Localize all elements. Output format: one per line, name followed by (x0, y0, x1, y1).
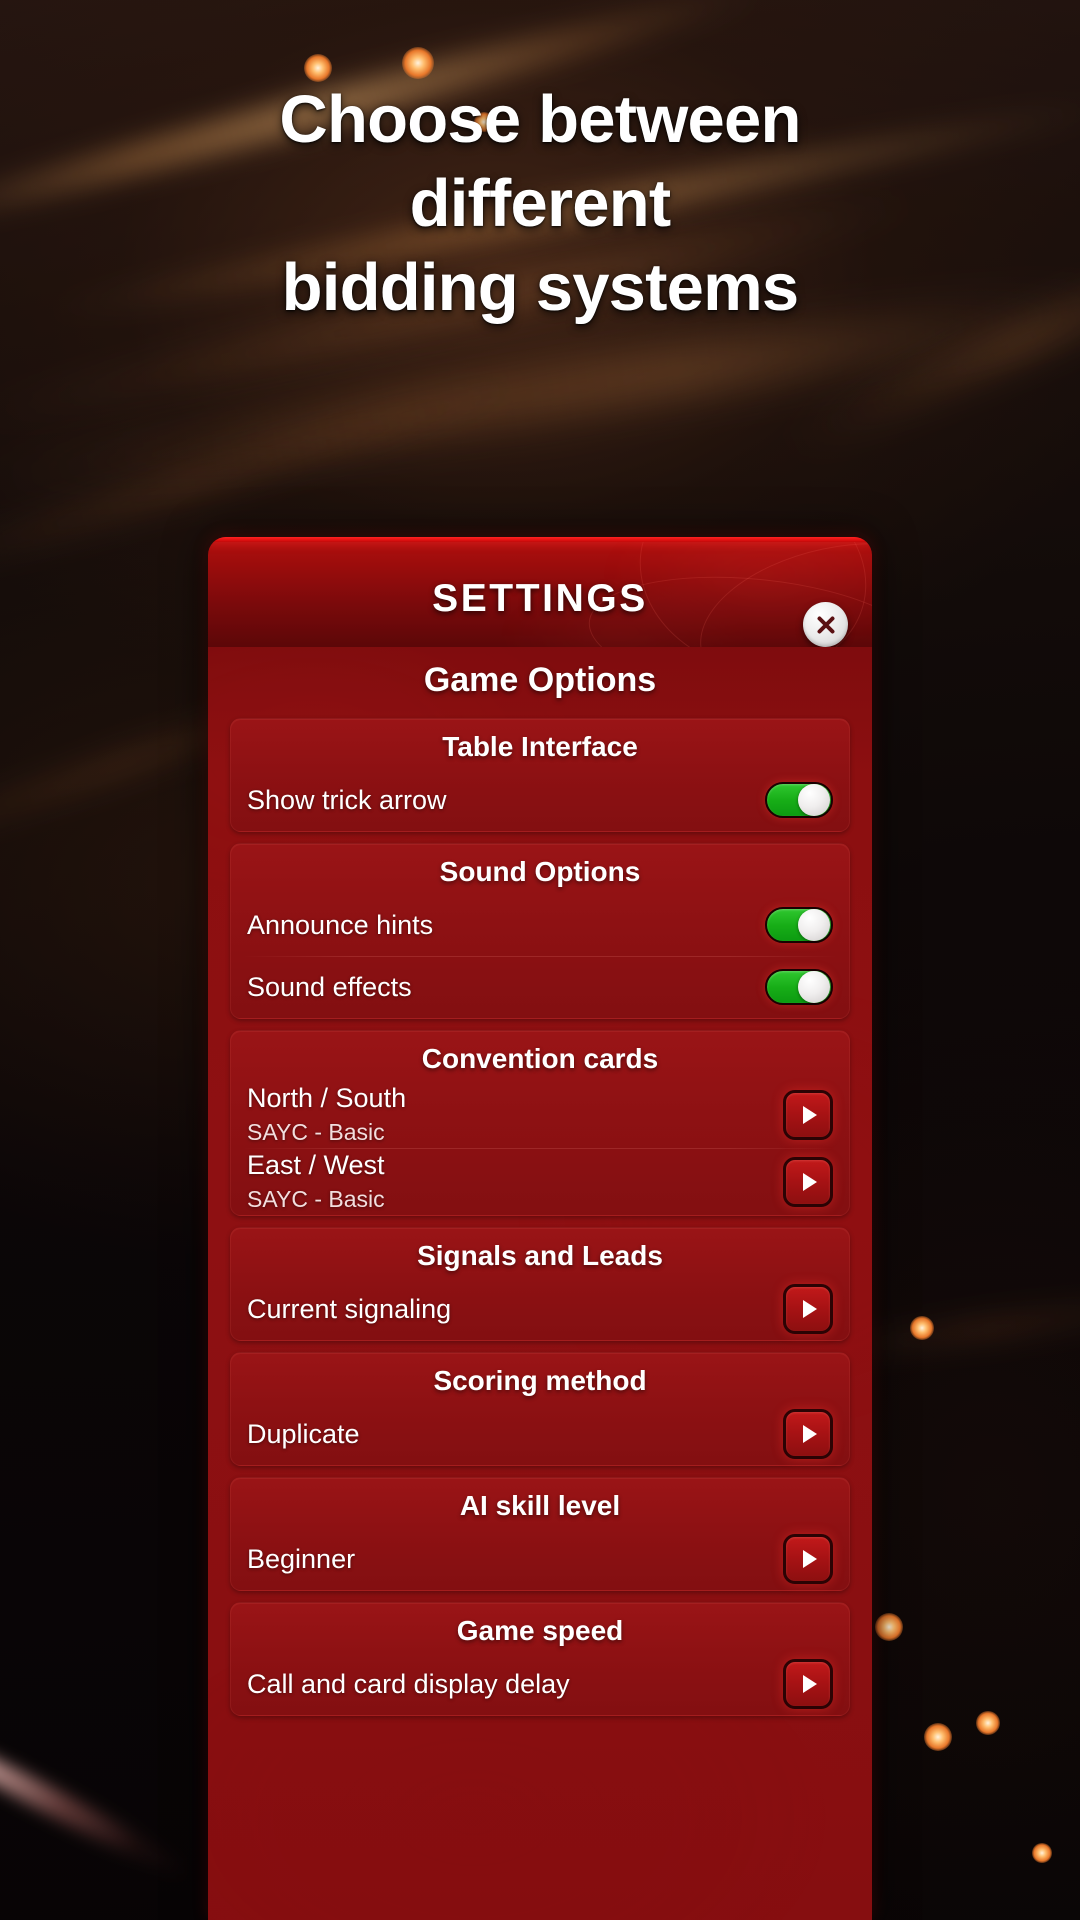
row-label: Sound effects (247, 972, 412, 1002)
settings-row[interactable]: Call and card display delay (247, 1653, 833, 1715)
play-arrow-icon (802, 1550, 817, 1568)
play-arrow-icon (802, 1300, 817, 1318)
row-label: Beginner (247, 1544, 356, 1574)
row-text: East / West SAYC - Basic (247, 1148, 385, 1215)
card-title: Sound Options (439, 856, 641, 887)
headline-line-1: Choose between (279, 82, 801, 157)
settings-title: SETTINGS (432, 577, 648, 620)
settings-card: Signals and Leads Current signaling (230, 1227, 850, 1341)
settings-row[interactable]: Beginner (247, 1528, 833, 1590)
promo-headline: Choose between different bidding systems (0, 78, 1080, 330)
row-subtitle: SAYC - Basic (247, 1186, 385, 1212)
settings-card: Scoring method Duplicate (230, 1352, 850, 1466)
settings-row: Sound effects (243, 956, 837, 1018)
settings-panel: SETTINGS Game Options Table Interface Sho… (208, 537, 872, 1920)
card-title: AI skill level (459, 1490, 621, 1521)
settings-card: AI skill level Beginner (230, 1477, 850, 1591)
settings-card: Sound Options Announce hints Sound effects (230, 843, 850, 1019)
settings-row: Announce hints (247, 894, 833, 956)
row-text: Current signaling (247, 1292, 451, 1326)
settings-card: Convention cards North / South SAYC - Basi… (230, 1030, 850, 1216)
settings-card-list: Table Interface Show trick arrow Sound Opt… (230, 718, 850, 1716)
row-text: Show trick arrow (247, 783, 447, 817)
headline-line-3: bidding systems (281, 250, 799, 325)
close-icon (817, 616, 834, 633)
open-option-button[interactable] (783, 1409, 833, 1459)
row-text: Duplicate (247, 1417, 360, 1451)
row-label: Announce hints (247, 910, 434, 940)
settings-row[interactable]: Duplicate (247, 1403, 833, 1465)
row-label: Show trick arrow (247, 785, 447, 815)
settings-card: Game speed Call and card display delay (230, 1602, 850, 1716)
card-title: Game speed (456, 1615, 624, 1646)
row-text: Call and card display delay (247, 1667, 570, 1701)
headline-line-2: different (409, 166, 672, 241)
spark-particle (1032, 1843, 1052, 1863)
spark-particle (910, 1316, 934, 1340)
open-option-button[interactable] (783, 1089, 833, 1140)
open-option-button[interactable] (783, 1534, 833, 1584)
settings-body: Game Options Table Interface Show trick a… (208, 647, 872, 1920)
toggle-switch[interactable] (765, 782, 833, 818)
toggle-knob (798, 909, 830, 941)
card-title: Table Interface (442, 731, 638, 762)
settings-header: SETTINGS (208, 537, 872, 647)
open-option-button[interactable] (783, 1156, 833, 1207)
settings-row[interactable]: North / South SAYC - Basic (247, 1081, 833, 1148)
panel-top-accent (208, 537, 872, 542)
settings-row[interactable]: Current signaling (247, 1278, 833, 1340)
row-text: Sound effects (247, 970, 412, 1004)
open-option-button[interactable] (783, 1284, 833, 1334)
settings-card: Table Interface Show trick arrow (230, 718, 850, 832)
row-text: Beginner (247, 1542, 355, 1576)
play-arrow-icon (802, 1425, 817, 1443)
close-button[interactable] (803, 602, 848, 647)
open-option-button[interactable] (783, 1659, 833, 1709)
card-title: Signals and Leads (417, 1240, 663, 1271)
row-label: East / West (247, 1150, 385, 1180)
row-label: Call and card display delay (247, 1669, 570, 1699)
spark-particle (924, 1723, 952, 1751)
card-title: Convention cards (421, 1043, 659, 1074)
settings-row: Show trick arrow (247, 769, 833, 831)
spark-particle (976, 1711, 1000, 1735)
play-arrow-icon (802, 1675, 817, 1693)
row-label: North / South (247, 1083, 407, 1113)
toggle-knob (798, 971, 830, 1003)
row-text: North / South SAYC - Basic (247, 1081, 406, 1148)
play-arrow-icon (802, 1172, 817, 1191)
play-arrow-icon (802, 1105, 817, 1124)
toggle-switch[interactable] (765, 907, 833, 943)
row-text: Announce hints (247, 908, 433, 942)
card-title: Scoring method (433, 1365, 647, 1396)
settings-row[interactable]: East / West SAYC - Basic (243, 1148, 837, 1215)
toggle-switch[interactable] (765, 969, 833, 1005)
row-label: Current signaling (247, 1294, 452, 1324)
spark-particle (875, 1613, 903, 1641)
row-subtitle: SAYC - Basic (247, 1119, 385, 1145)
toggle-knob (798, 784, 830, 816)
section-title: Game Options (423, 661, 657, 699)
spark-particle (402, 47, 434, 79)
row-label: Duplicate (247, 1419, 360, 1449)
